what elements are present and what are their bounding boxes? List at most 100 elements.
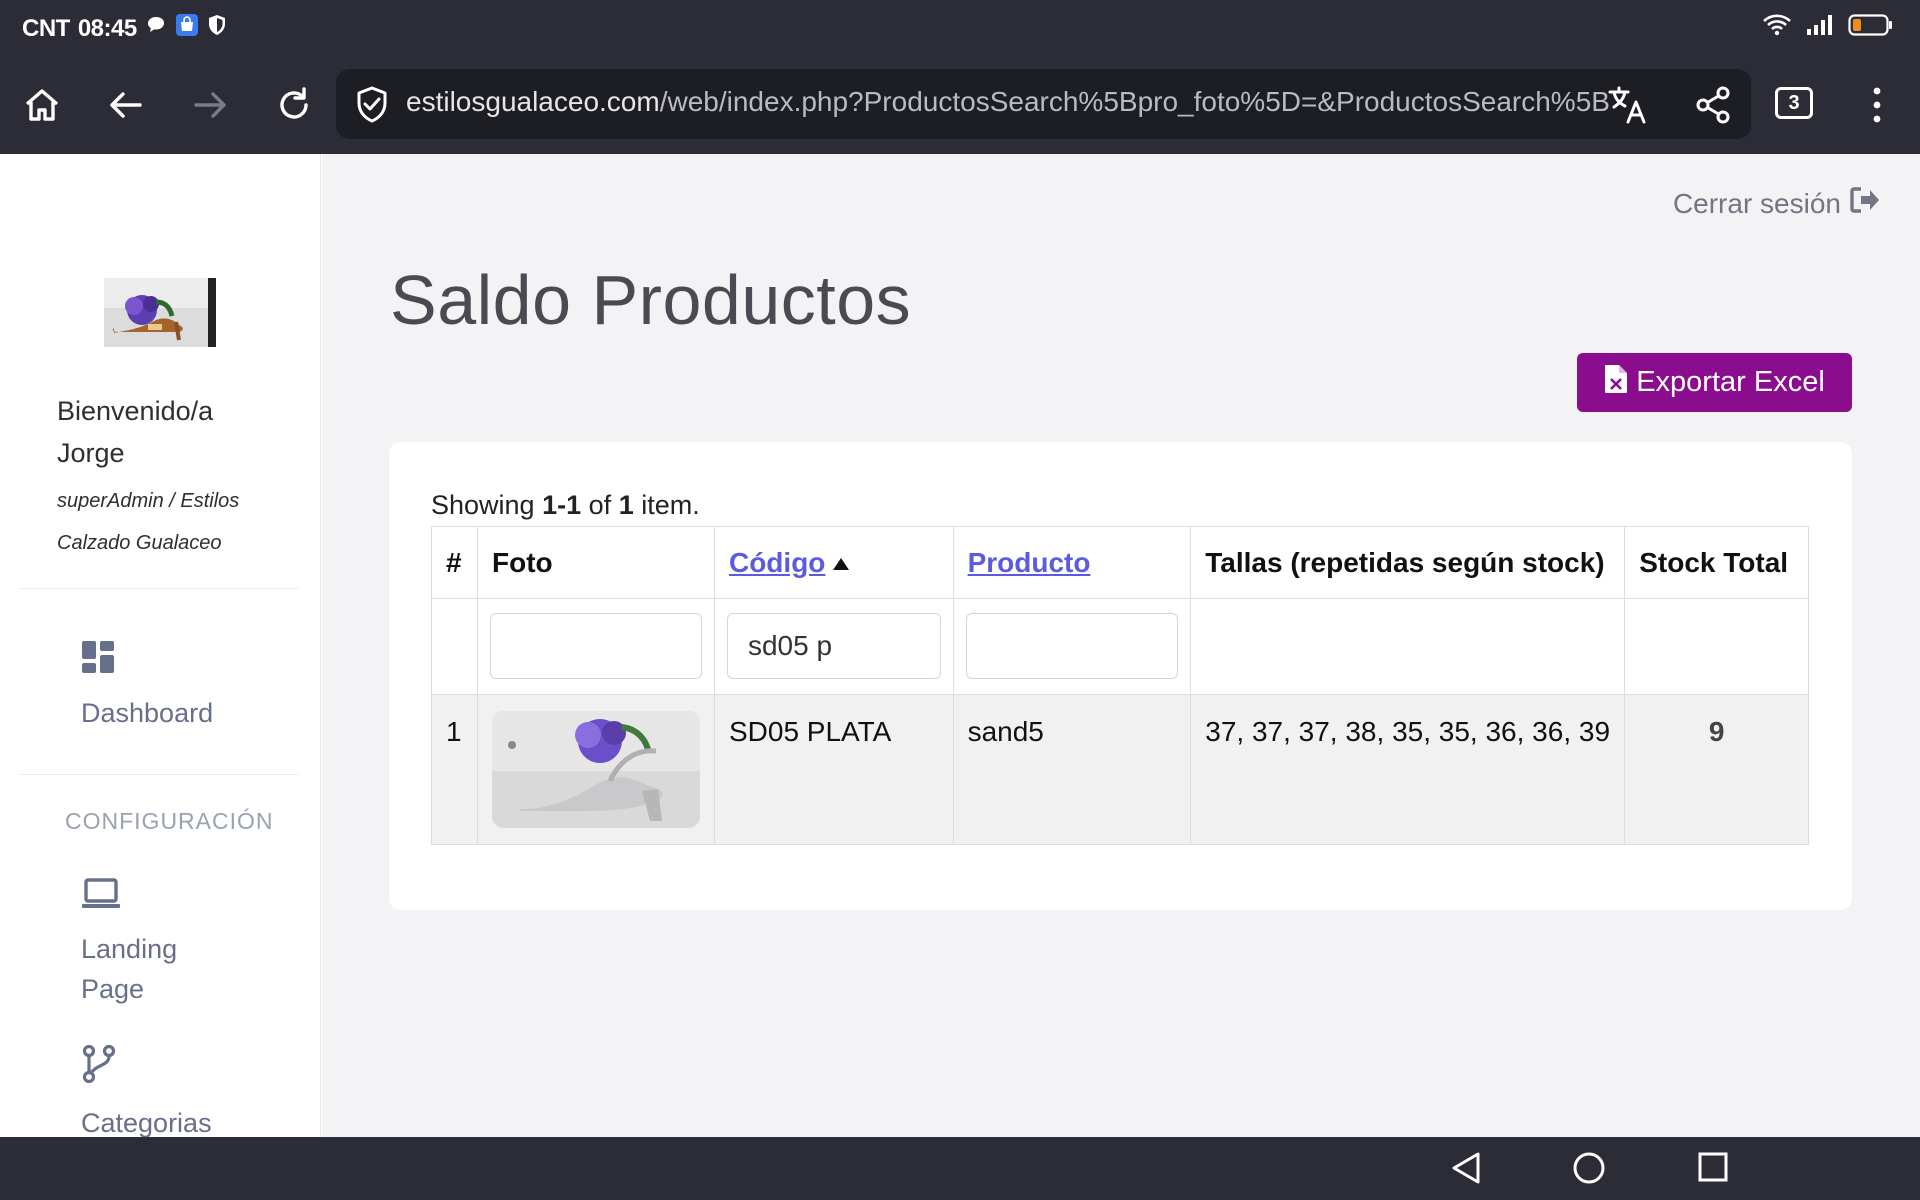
home-button[interactable]: [18, 81, 66, 129]
translate-button[interactable]: [1606, 83, 1650, 132]
status-bar: CNT 08:45: [0, 0, 1920, 57]
summary-range: 1-1: [542, 490, 582, 520]
status-left: CNT 08:45: [22, 13, 227, 44]
sidebar-item-dashboard[interactable]: Dashboard: [81, 640, 213, 733]
row-tallas: 37, 37, 37, 38, 35, 35, 36, 36, 39: [1190, 694, 1626, 845]
col-header-stock: Stock Total: [1624, 526, 1809, 599]
address-bar[interactable]: estilosgualaceo.com/web/index.php?Produc…: [336, 69, 1751, 139]
battery-icon: [1848, 13, 1894, 42]
share-button[interactable]: [1691, 83, 1735, 132]
browser-toolbar: estilosgualaceo.com/web/index.php?Produc…: [0, 57, 1920, 154]
store-notification-icon: [175, 13, 199, 44]
filter-row: [431, 598, 1809, 695]
product-thumbnail[interactable]: [491, 711, 700, 828]
sidebar-section-title: CONFIGURACIÓN: [65, 808, 274, 834]
tab-switcher-button[interactable]: 3: [1775, 87, 1813, 119]
sidebar-item-label-2: Page: [81, 974, 145, 1004]
logout-label: Cerrar sesión: [1672, 187, 1841, 219]
col-header-codigo[interactable]: Código: [713, 526, 954, 599]
status-right: [1762, 13, 1894, 42]
sidebar-item-categorias[interactable]: Categorias: [81, 1044, 212, 1143]
foto-filter-input[interactable]: [489, 613, 702, 679]
wifi-icon: [1762, 13, 1792, 42]
codigo-filter-input[interactable]: [726, 613, 941, 679]
system-nav-bar: [0, 1137, 1920, 1200]
summary-prefix: Showing: [431, 490, 535, 520]
brand-logo[interactable]: [104, 278, 216, 347]
welcome-greeting: Bienvenido/a: [57, 396, 214, 426]
sidebar: Bienvenido/a Jorge superAdmin / Estilos …: [0, 154, 321, 1138]
reload-icon: [280, 87, 308, 119]
role-line-1: superAdmin / Estilos: [57, 490, 240, 512]
summary-suffix: item.: [641, 490, 700, 520]
summary-of: of: [588, 490, 612, 520]
main-content: Cerrar sesión Saldo Productos Exportar E…: [322, 154, 1920, 1137]
url-text[interactable]: estilosgualaceo.com/web/index.php?Produc…: [406, 86, 1651, 118]
clock: 08:45: [77, 14, 137, 42]
file-excel-icon: [1604, 364, 1628, 402]
branch-icon: [81, 1044, 212, 1095]
nav-back-button[interactable]: [1450, 1151, 1482, 1190]
products-table: # Foto Código Producto Tallas (repetidas…: [431, 526, 1809, 845]
sign-out-icon: [1849, 186, 1881, 221]
share-icon: [1696, 86, 1730, 124]
carrier-label: CNT: [22, 14, 70, 42]
reload-button[interactable]: [270, 81, 318, 129]
welcome-text: Bienvenido/a Jorge: [57, 390, 297, 474]
circle-home-icon: [1573, 1152, 1605, 1184]
filter-cell-empty: [1190, 598, 1626, 695]
signal-icon: [1806, 13, 1834, 42]
sidebar-item-label: Categorias: [81, 1108, 212, 1138]
filter-cell-empty: [1624, 598, 1809, 695]
welcome-username: Jorge: [57, 438, 125, 468]
nav-home-button[interactable]: [1572, 1151, 1606, 1190]
row-producto: sand5: [952, 694, 1192, 845]
sort-asc-icon: [833, 558, 850, 571]
sort-producto-link[interactable]: Producto: [968, 547, 1091, 578]
role-line-2: Calzado Gualaceo: [57, 532, 222, 554]
col-header-foto: Foto: [476, 526, 715, 599]
laptop-icon: [81, 878, 177, 921]
shield-notification-icon: [207, 14, 227, 43]
home-icon: [25, 89, 59, 121]
dashboard-icon: [81, 640, 213, 685]
filter-cell-empty: [431, 598, 478, 695]
page-title: Saldo Productos: [390, 261, 912, 339]
filter-cell-codigo: [713, 598, 954, 695]
more-vert-icon: [1873, 87, 1881, 123]
export-excel-button[interactable]: Exportar Excel: [1577, 353, 1852, 412]
col-header-tallas: Tallas (repetidas según stock): [1190, 526, 1626, 599]
producto-filter-input[interactable]: [965, 613, 1179, 679]
url-host: estilosgualaceo.com: [406, 86, 660, 117]
translate-icon: [1608, 86, 1646, 124]
sidebar-item-label: Dashboard: [81, 698, 214, 728]
col-header-producto[interactable]: Producto: [952, 526, 1192, 599]
arrow-left-icon: [110, 92, 142, 118]
forward-button[interactable]: [186, 81, 234, 129]
grid-summary: Showing 1-1 of 1 item.: [431, 490, 700, 521]
row-codigo: SD05 PLATA: [713, 694, 954, 845]
back-button[interactable]: [102, 81, 150, 129]
url-path: /web/index.php?ProductosSearch%5Bpro_fot…: [659, 86, 1610, 117]
table-row[interactable]: 1 SD05 PLATA sand5 37, 37, 37, 38, 35, 3…: [431, 694, 1809, 845]
chat-notification-icon: [145, 14, 167, 43]
more-menu-button[interactable]: [1865, 83, 1889, 132]
sidebar-item-label: Landing: [81, 934, 178, 964]
col-header-number: #: [431, 526, 478, 599]
user-role: superAdmin / Estilos Calzado Gualaceo: [57, 480, 287, 564]
filter-cell-foto: [476, 598, 715, 695]
summary-total: 1: [618, 490, 634, 520]
row-stock: 9: [1624, 694, 1809, 845]
filter-cell-producto: [952, 598, 1192, 695]
triangle-back-icon: [1452, 1152, 1480, 1184]
table-header-row: # Foto Código Producto Tallas (repetidas…: [431, 526, 1809, 599]
nav-recents-button[interactable]: [1697, 1151, 1729, 1188]
sidebar-divider: [20, 774, 298, 775]
sort-codigo-link[interactable]: Código: [729, 547, 825, 578]
sidebar-item-landing-page[interactable]: Landing Page: [81, 878, 177, 1009]
shield-check-icon[interactable]: [354, 85, 390, 128]
arrow-right-icon: [194, 92, 226, 118]
logout-link[interactable]: Cerrar sesión: [1673, 186, 1881, 221]
results-card: Showing 1-1 of 1 item. # Foto Código Pro…: [389, 442, 1852, 910]
square-recents-icon: [1698, 1152, 1728, 1182]
